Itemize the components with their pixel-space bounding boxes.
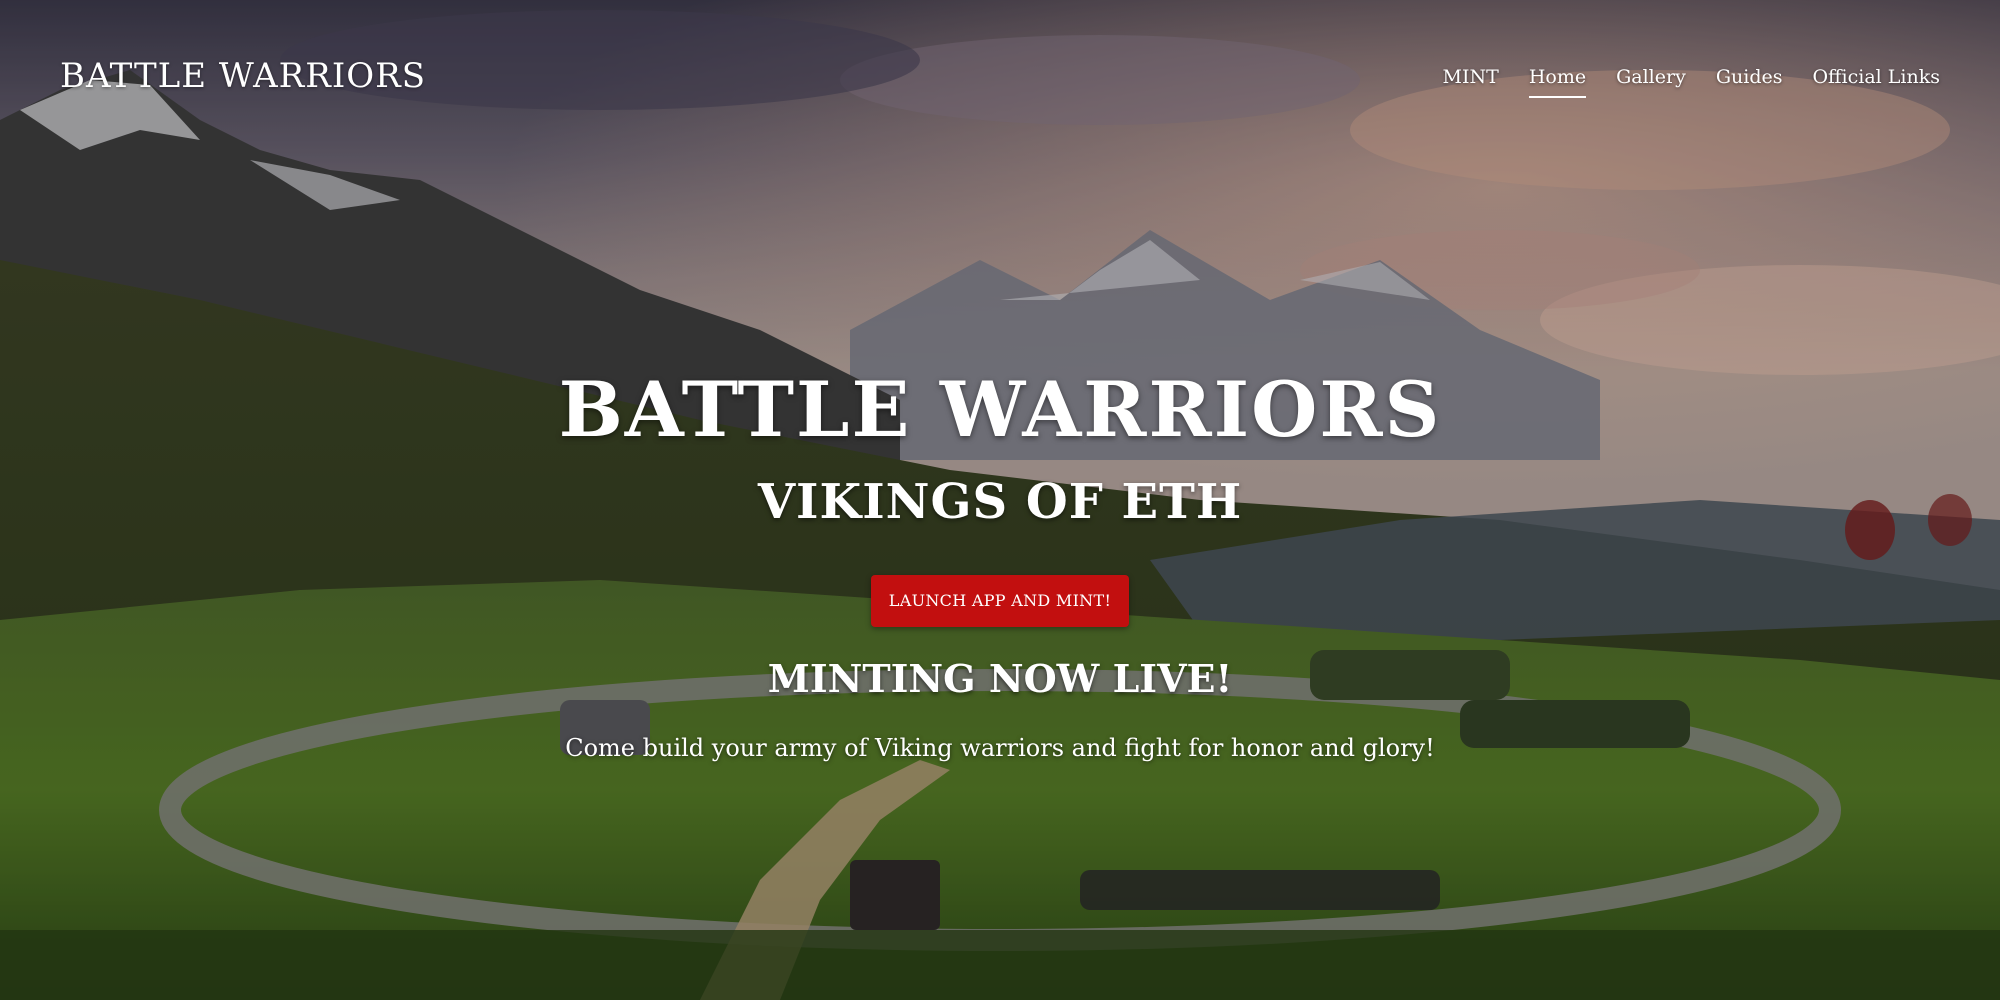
- minting-status-heading: MINTING NOW LIVE!: [767, 656, 1233, 701]
- nav-item-guides[interactable]: Guides: [1716, 66, 1783, 98]
- launch-app-button[interactable]: LAUNCH APP AND MINT!: [871, 575, 1129, 627]
- nav-item-home[interactable]: Home: [1528, 66, 1587, 98]
- page: BATTLE WARRIORS MINT Home Gallery Guides…: [0, 0, 2000, 1000]
- nav-item-gallery[interactable]: Gallery: [1616, 66, 1686, 98]
- nav-item-mint[interactable]: MINT: [1443, 66, 1499, 98]
- hero-section: BATTLE WARRIORS VIKINGS OF ETH LAUNCH AP…: [0, 355, 2000, 765]
- hero-tagline: Come build your army of Viking warriors …: [565, 734, 1435, 762]
- site-logo[interactable]: BATTLE WARRIORS: [60, 56, 426, 96]
- main-nav: MINT Home Gallery Guides Official Links: [1443, 66, 1940, 98]
- hero-title: BATTLE WARRIORS: [558, 365, 1442, 454]
- site-header: BATTLE WARRIORS MINT Home Gallery Guides…: [0, 0, 2000, 160]
- hero-subtitle: VIKINGS OF ETH: [757, 474, 1243, 530]
- cta-wrapper: LAUNCH APP AND MINT!: [0, 537, 2000, 627]
- nav-item-official-links[interactable]: Official Links: [1812, 66, 1940, 98]
